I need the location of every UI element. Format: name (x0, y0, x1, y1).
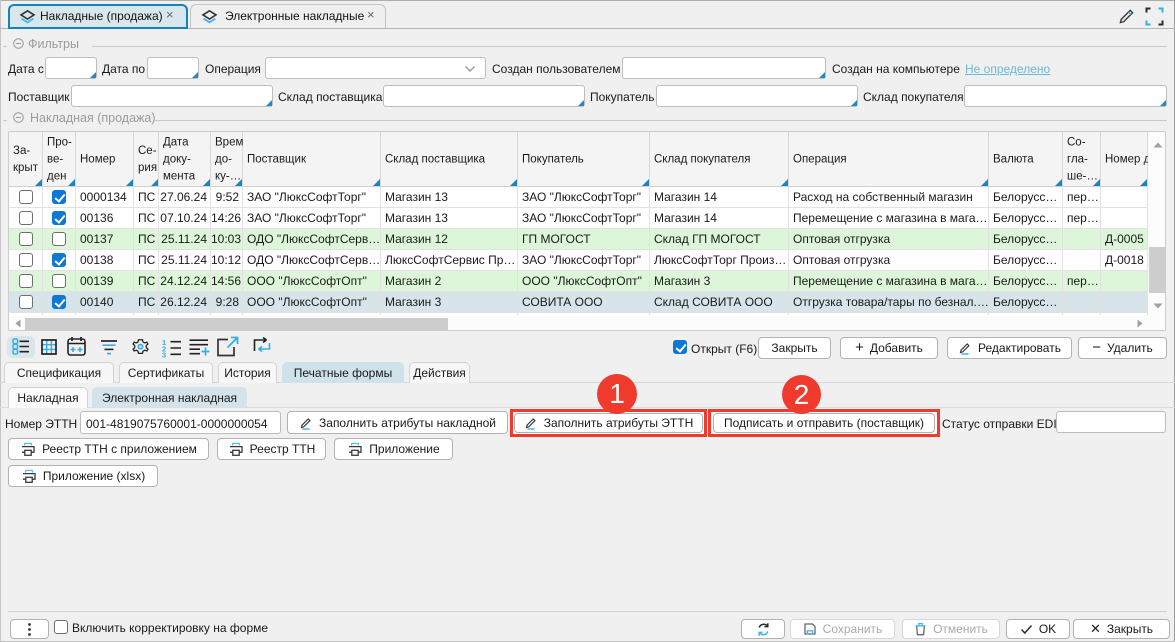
svg-text:3: 3 (162, 351, 166, 359)
